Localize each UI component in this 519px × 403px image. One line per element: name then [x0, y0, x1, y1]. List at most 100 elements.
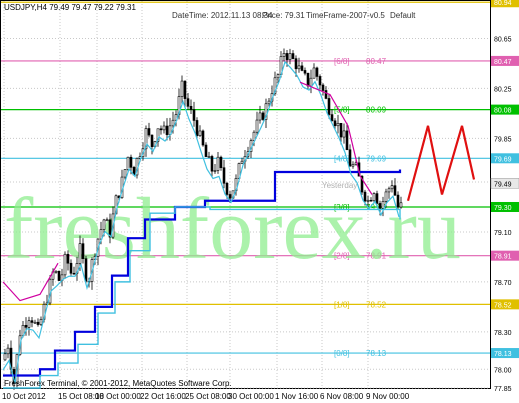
- candle-body: [378, 203, 382, 209]
- price-axis[interactable]: 80.6580.2579.8579.5079.1078.7078.3078.00…: [490, 0, 519, 393]
- candle-body: [105, 219, 109, 222]
- murrey-level-value: 78.13: [366, 349, 387, 358]
- candle-body: [165, 125, 169, 135]
- current-price-label: 79.49: [494, 181, 512, 188]
- time-tick: 18 Oct 00:00: [95, 392, 141, 401]
- murrey-level-value: 80.09: [366, 106, 387, 115]
- price-tag-label: 79.30: [494, 205, 512, 212]
- candle-body: [285, 53, 289, 60]
- yesterday-label: Yesterday: [322, 181, 357, 190]
- copyright-label: FreshForex Terminal, © 2001-2012, MetaQu…: [4, 379, 232, 388]
- price-chart[interactable]: [6/8] 80.47[5/8] 80.09[4/8] 79.69[3/8] 79.30…: [0, 0, 519, 403]
- candle-body: [171, 119, 175, 127]
- candle-body: [303, 70, 307, 74]
- candle-body: [255, 119, 259, 133]
- candle-body: [84, 258, 88, 282]
- preset-label: Default: [390, 11, 416, 20]
- price-tick: 80.65: [494, 36, 512, 43]
- candle-body: [201, 130, 205, 146]
- price-tag-label: 78.52: [494, 302, 512, 309]
- price-tick: 79.10: [494, 230, 512, 237]
- price-tick: 77.85: [494, 386, 512, 393]
- time-tick: 1 Nov 16:00: [275, 392, 319, 401]
- price-tag-label: 80.94: [494, 0, 512, 7]
- candle-body: [204, 144, 208, 157]
- candle-body: [369, 199, 373, 202]
- candle-body: [261, 112, 265, 120]
- candle-body: [81, 243, 85, 259]
- timeframe-label: TimeFrame-2007-v0.5: [306, 11, 385, 20]
- candle-body: [216, 156, 220, 171]
- candle-body: [189, 105, 193, 110]
- candle-body: [78, 243, 82, 264]
- candle-body: [69, 262, 73, 274]
- price-tag-label: 80.47: [494, 59, 512, 66]
- candle-body: [396, 194, 400, 208]
- candle-body: [3, 353, 7, 361]
- candle-body: [186, 98, 190, 107]
- candle-body: [333, 120, 337, 127]
- candle-body: [330, 114, 334, 122]
- candle-body: [348, 149, 352, 167]
- price-tag-label: 78.13: [494, 351, 512, 358]
- murrey-level-value: 80.47: [366, 57, 387, 66]
- price-tick: 78.30: [494, 330, 512, 337]
- price-tick: 78.70: [494, 280, 512, 287]
- candle-body: [213, 170, 217, 172]
- candle-body: [312, 67, 316, 79]
- murrey-level-label: [1/8]: [334, 300, 350, 309]
- candle-body: [210, 156, 214, 172]
- price-label: Price: 79.31: [262, 11, 305, 20]
- price-tag-label: 80.08: [494, 108, 512, 115]
- candle-body: [207, 156, 211, 158]
- candle-body: [195, 120, 199, 136]
- price-tick: 79.85: [494, 136, 512, 143]
- candle-body: [228, 194, 232, 199]
- candle-body: [66, 253, 70, 264]
- time-tick: 9 Nov 00:00: [366, 392, 410, 401]
- candle-body: [258, 112, 262, 121]
- time-tick: 6 Nov 08:00: [320, 392, 364, 401]
- candle-body: [372, 193, 376, 201]
- candle-body: [192, 109, 196, 121]
- candle-body: [318, 76, 322, 86]
- candle-body: [384, 191, 388, 202]
- candle-body: [321, 84, 325, 91]
- candle-body: [393, 185, 397, 196]
- candle-body: [63, 253, 67, 276]
- candle-body: [294, 58, 298, 70]
- candle-body: [33, 321, 37, 324]
- murrey-level-value: 78.52: [366, 300, 387, 309]
- candle-body: [387, 188, 391, 193]
- candle-body: [39, 319, 43, 325]
- candle-body: [366, 199, 370, 202]
- candle-body: [336, 122, 340, 127]
- price-tick: 80.25: [494, 86, 512, 93]
- candle-body: [282, 53, 286, 57]
- candle-body: [267, 100, 271, 105]
- candle-body: [288, 53, 292, 60]
- candle-body: [72, 272, 76, 275]
- price-tag-label: 78.91: [494, 254, 512, 261]
- candle-body: [24, 325, 28, 328]
- time-tick: 22 Oct 16:00: [140, 392, 186, 401]
- candle-body: [297, 65, 301, 70]
- candle-body: [375, 193, 379, 204]
- candle-body: [180, 80, 184, 97]
- candle-body: [183, 80, 187, 99]
- candle-body: [54, 270, 58, 273]
- candle-body: [198, 130, 202, 136]
- time-tick: 25 Oct 08:00: [185, 392, 231, 401]
- candle-body: [102, 219, 106, 230]
- time-axis[interactable]: 10 Oct 2012 15 Oct 08:0018 Oct 00:00 22 Oc…: [2, 392, 410, 401]
- candle-body: [315, 67, 319, 77]
- candle-body: [345, 130, 349, 151]
- candle-body: [126, 156, 130, 170]
- candle-body: [129, 156, 133, 168]
- candle-body: [123, 169, 127, 178]
- candle-body: [363, 191, 367, 202]
- murrey-level-label: [6/8]: [334, 57, 350, 66]
- candle-body: [36, 321, 40, 325]
- murrey-level-label: [0/8]: [334, 349, 350, 358]
- symbol-info: USDJPY,H4 79.49 79.47 79.22 79.31: [4, 3, 137, 12]
